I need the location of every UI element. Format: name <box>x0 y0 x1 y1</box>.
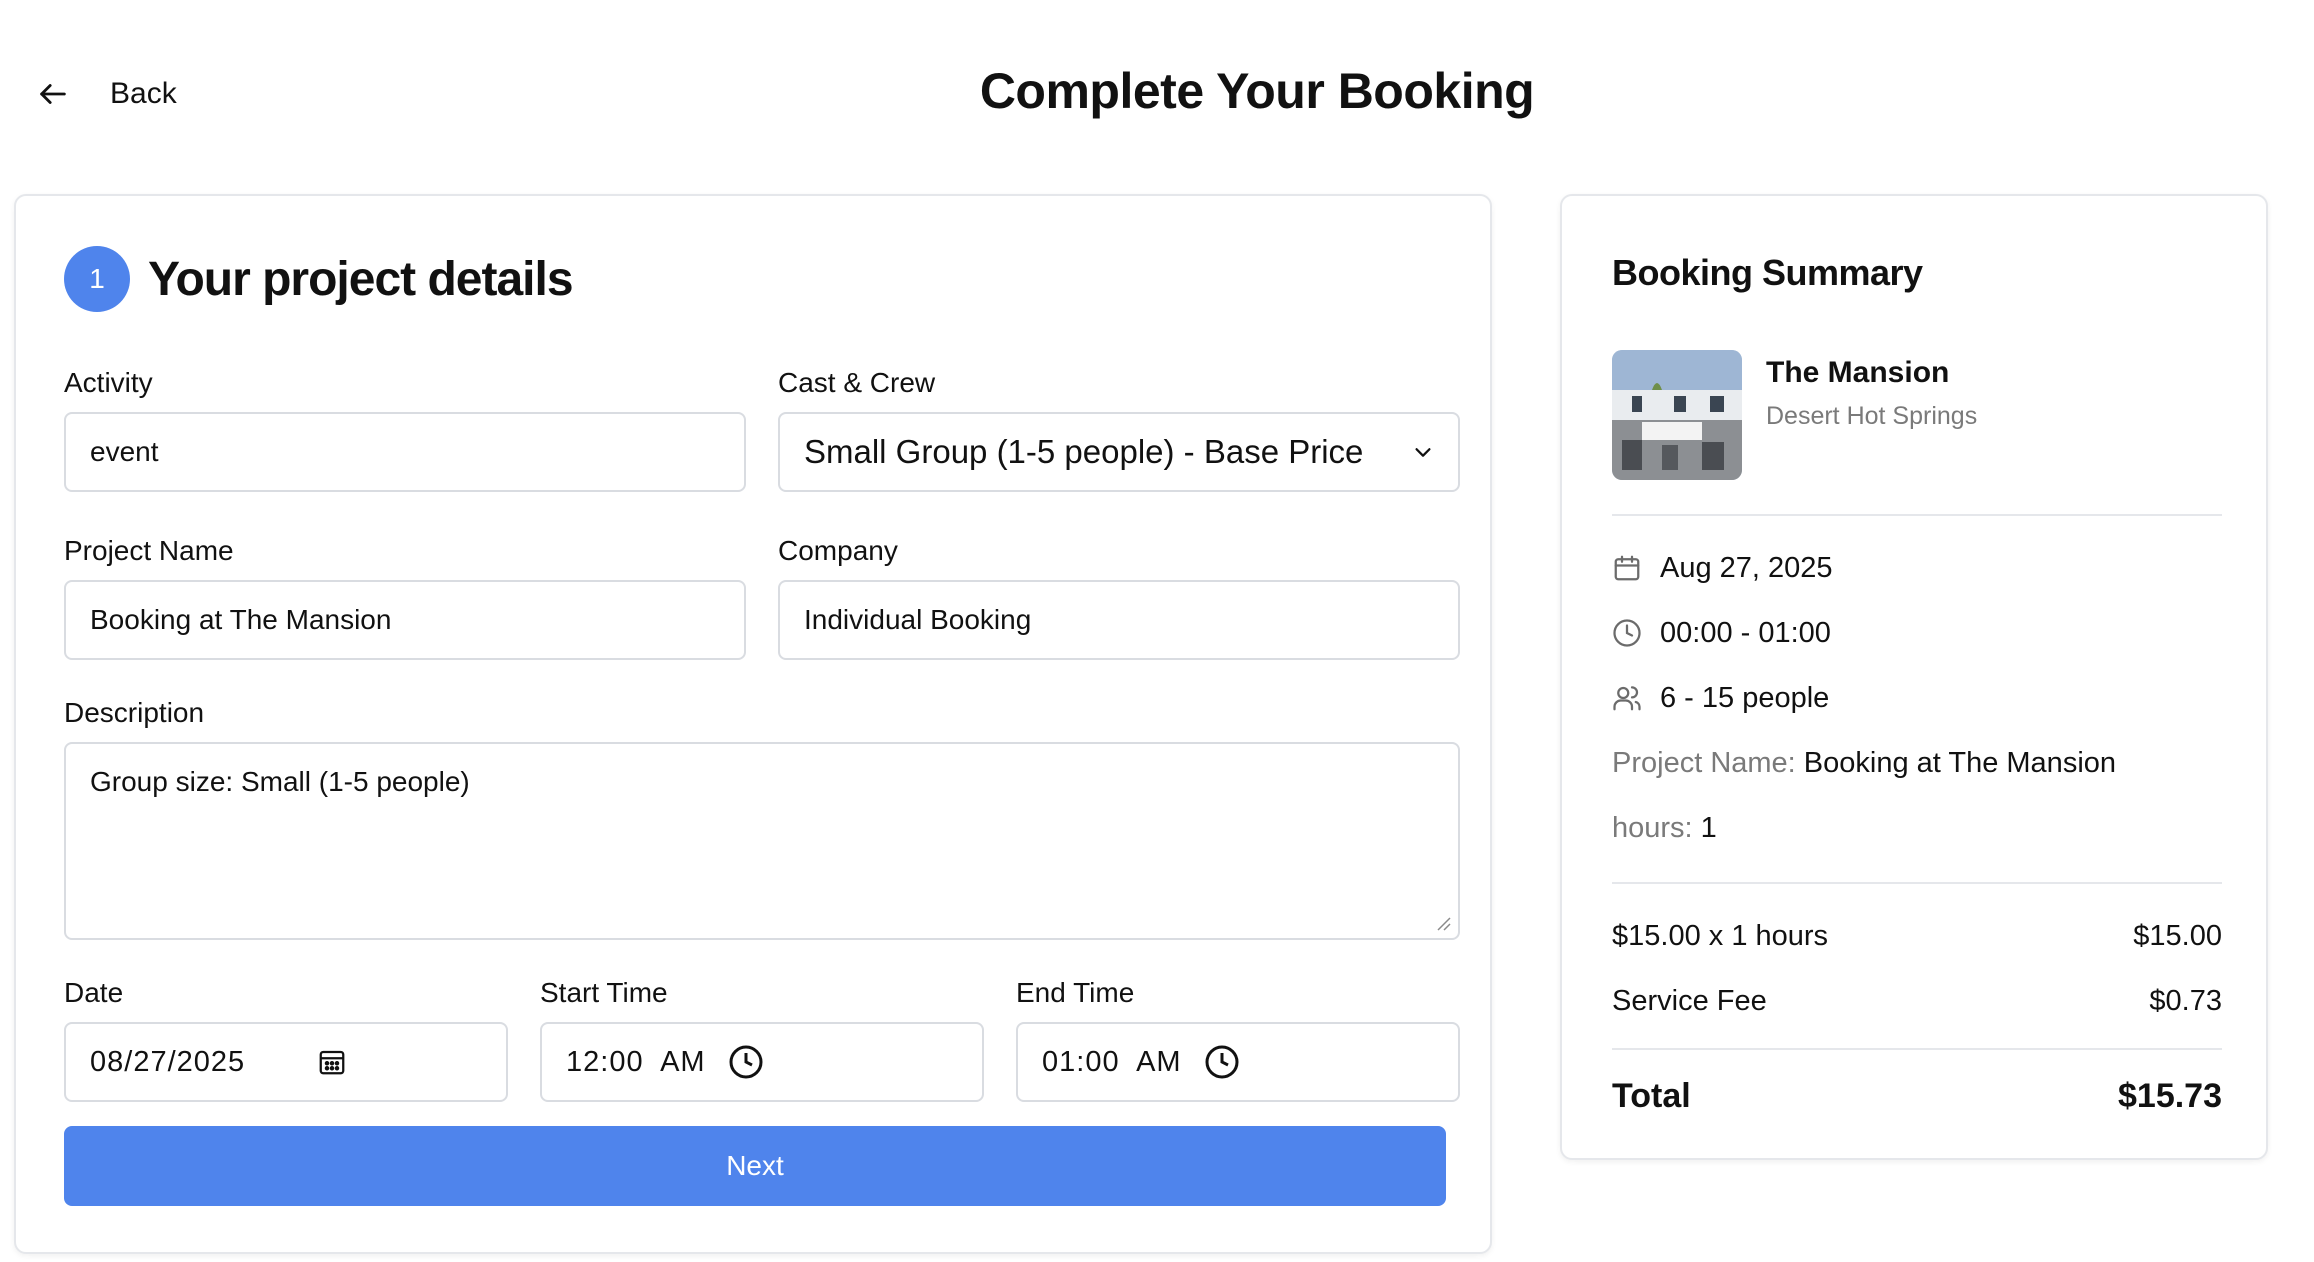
cast-crew-field: Cast & Crew Small Group (1-5 people) - B… <box>778 366 1460 492</box>
rate-amount: $15.00 <box>2133 920 2222 952</box>
page-title: Complete Your Booking <box>979 63 1535 119</box>
end-time-label: End Time <box>1016 977 1135 1008</box>
clock-icon <box>1613 619 1641 647</box>
project-name-input[interactable]: Booking at The Mansion <box>64 580 746 660</box>
summary-date-value: Aug 27, 2025 <box>1660 551 1833 584</box>
date-value: 08/27/2025 <box>90 1045 246 1078</box>
description-textarea[interactable]: Group size: Small (1-5 people) <box>64 742 1460 940</box>
description-field: Description Group size: Small (1-5 peopl… <box>64 696 1460 940</box>
summary-time-value: 00:00 - 01:00 <box>1660 616 1831 649</box>
activity-input[interactable]: event <box>64 412 746 492</box>
users-icon <box>1613 686 1641 711</box>
service-fee-label: Service Fee <box>1612 985 1767 1017</box>
summary-time: 00:00 - 01:00 <box>1612 613 1831 653</box>
start-time-label: Start Time <box>540 977 668 1008</box>
start-time-input[interactable]: 12:00 AM <box>540 1022 984 1102</box>
total-label: Total <box>1612 1077 1691 1115</box>
booking-summary-card: Booking Summary The Mansion Desert Hot S… <box>1560 194 2268 1160</box>
project-details-card: 1 Your project details Activity event Ca… <box>14 194 1492 1254</box>
cast-crew-select[interactable]: Small Group (1-5 people) - Base Price <box>778 412 1460 492</box>
clock-icon[interactable] <box>1204 1044 1240 1080</box>
calendar-icon <box>1614 555 1640 581</box>
activity-field: Activity event <box>64 366 746 492</box>
page-title-wrap: Complete Your Booking <box>0 62 2314 120</box>
company-field: Company Individual Booking <box>778 534 1460 660</box>
divider <box>1612 1048 2222 1050</box>
chevron-down-icon <box>1415 448 1431 457</box>
rate-row: $15.00 x 1 hours $15.00 <box>1612 916 2222 956</box>
date-field: Date 08/27/2025 <box>64 976 508 1102</box>
summary-project-name: Project Name: Booking at The Mansion <box>1612 743 2116 783</box>
venue-name: The Mansion <box>1766 356 1950 389</box>
start-time-field: Start Time 12:00 AM <box>540 976 984 1102</box>
calendar-icon[interactable] <box>317 1047 347 1077</box>
total-row: Total $15.73 <box>1612 1076 2222 1116</box>
company-input[interactable]: Individual Booking <box>778 580 1460 660</box>
project-name-value: Booking at The Mansion <box>90 604 392 635</box>
rate-label: $15.00 x 1 hours <box>1612 920 1829 952</box>
date-input[interactable]: 08/27/2025 <box>64 1022 508 1102</box>
end-time-value: 01:00 AM <box>1042 1045 1182 1078</box>
summary-people-value: 6 - 15 people <box>1660 681 1830 714</box>
summary-hours: hours: 1 <box>1612 808 1717 848</box>
hours-key: hours: <box>1612 812 1693 844</box>
hours-value: 1 <box>1700 812 1717 844</box>
description-value: Group size: Small (1-5 people) <box>90 766 470 797</box>
project-name-value: Booking at The Mansion <box>1803 747 2117 779</box>
service-fee-row: Service Fee $0.73 <box>1612 981 2222 1021</box>
service-fee-amount: $0.73 <box>2149 985 2222 1017</box>
date-label: Date <box>64 977 124 1008</box>
total-amount: $15.73 <box>2118 1077 2222 1115</box>
summary-title: Booking Summary <box>1612 252 1923 293</box>
step-number-badge: 1 <box>64 246 130 312</box>
summary-date: Aug 27, 2025 <box>1612 548 1833 588</box>
step-header: 1 Your project details <box>64 246 574 312</box>
company-value: Individual Booking <box>804 604 1032 635</box>
venue-location: Desert Hot Springs <box>1766 402 1978 430</box>
cast-crew-label: Cast & Crew <box>778 367 936 398</box>
step-title: Your project details <box>148 252 574 306</box>
company-label: Company <box>778 535 898 566</box>
end-time-input[interactable]: 01:00 AM <box>1016 1022 1460 1102</box>
project-name-key: Project Name: <box>1612 747 1796 779</box>
project-name-field: Project Name Booking at The Mansion <box>64 534 746 660</box>
resize-handle-icon[interactable] <box>1434 914 1452 932</box>
cast-crew-value: Small Group (1-5 people) - Base Price <box>804 433 1364 470</box>
activity-label: Activity <box>64 367 153 398</box>
divider <box>1612 882 2222 884</box>
venue-thumbnail <box>1612 350 1742 480</box>
summary-people: 6 - 15 people <box>1612 678 1829 718</box>
next-label: Next <box>726 1150 784 1181</box>
clock-icon[interactable] <box>728 1044 764 1080</box>
start-time-value: 12:00 AM <box>566 1045 706 1078</box>
description-label: Description <box>64 697 205 728</box>
divider <box>1612 514 2222 516</box>
next-button[interactable]: Next <box>64 1126 1446 1206</box>
end-time-field: End Time 01:00 AM <box>1016 976 1460 1102</box>
venue-photo <box>1612 350 1742 480</box>
activity-value: event <box>90 436 159 467</box>
project-name-label: Project Name <box>64 535 234 566</box>
